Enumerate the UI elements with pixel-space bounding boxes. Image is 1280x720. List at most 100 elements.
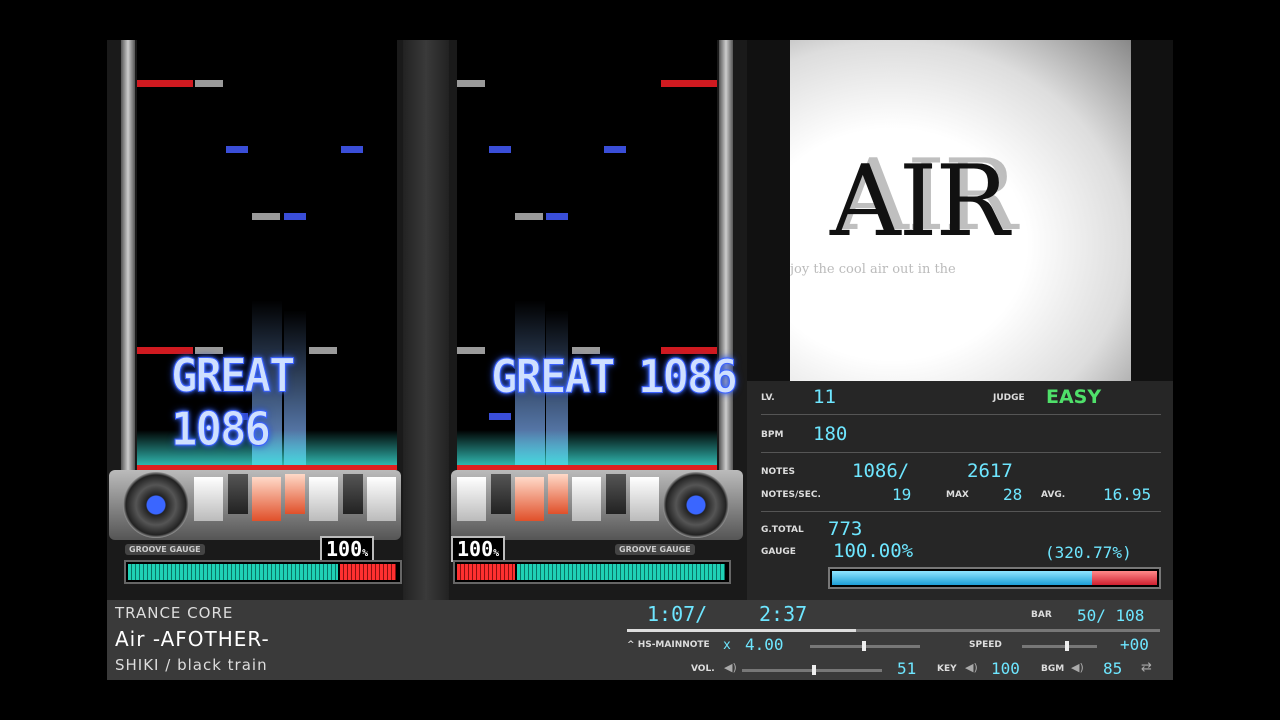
playfield-1p: GREAT 1086 GROOVE GAUGE 100% xyxy=(107,40,403,600)
speed-value: +00 xyxy=(1120,635,1149,654)
song-progress[interactable] xyxy=(627,629,1160,632)
turntable-1p[interactable] xyxy=(123,472,189,538)
hs-slider-thumb[interactable] xyxy=(862,641,866,651)
max-label: MAX xyxy=(946,490,969,500)
song-progress-fill xyxy=(627,629,857,632)
lv-label: LV. xyxy=(761,393,775,403)
groove-gauge-label: GROOVE GAUGE xyxy=(125,544,205,555)
judgement-display: GREAT 1086 xyxy=(490,350,738,405)
key-5[interactable] xyxy=(309,477,338,521)
divider xyxy=(761,414,1161,415)
song-genre: TRANCE CORE xyxy=(115,604,234,622)
gauge-value: 100.00% xyxy=(833,540,914,562)
key-7[interactable] xyxy=(630,477,659,521)
gtotal-value: 773 xyxy=(828,518,863,540)
judge-value: EASY xyxy=(1046,386,1102,408)
key-4[interactable] xyxy=(285,474,305,514)
note-white xyxy=(457,347,485,354)
status-bar: TRANCE CORE Air -AFOTHER- SHIKI / black … xyxy=(107,600,1173,680)
gauge-bar-cyan xyxy=(832,571,1092,585)
gauge-percent: 100% xyxy=(320,536,375,562)
speed-slider-thumb[interactable] xyxy=(1065,641,1069,651)
judgement-text: GREAT xyxy=(170,349,295,404)
gauge-percent-value: 100 xyxy=(457,537,494,561)
chevron-up-icon: ^ xyxy=(627,640,635,650)
scratch-note xyxy=(137,80,193,87)
song-info-panel: LV. 11 JUDGE EASY BPM 180 NOTES 1086/ 26… xyxy=(747,381,1173,600)
speaker-icon: ◀) xyxy=(965,661,978,674)
hs-value: 4.00 xyxy=(745,635,784,654)
hs-label: ^ HS-MAINNOTE xyxy=(627,640,710,650)
rail-right xyxy=(719,40,733,470)
key-2[interactable] xyxy=(228,474,248,514)
hs-slider[interactable] xyxy=(810,641,920,651)
notes-label: NOTES xyxy=(761,467,795,477)
key-3[interactable] xyxy=(252,477,281,521)
bgm-label: BGM xyxy=(1041,664,1065,674)
vol-label: VOL. xyxy=(691,664,715,674)
note-black xyxy=(226,146,248,153)
vol-slider[interactable] xyxy=(742,665,882,675)
judgement-display: GREAT 1086 xyxy=(170,349,403,457)
gauge-bar-large xyxy=(828,567,1161,589)
song-title: Air -AFOTHER- xyxy=(115,627,270,651)
gauge-percent-sign: % xyxy=(493,548,500,559)
key-2[interactable] xyxy=(491,474,511,514)
bpm-value: 180 xyxy=(813,423,848,445)
key-value: 100 xyxy=(991,659,1020,678)
key-5[interactable] xyxy=(572,477,601,521)
note-white xyxy=(457,80,485,87)
vol-slider-thumb[interactable] xyxy=(812,665,816,675)
note-black xyxy=(341,146,363,153)
speaker-icon: ◀) xyxy=(724,661,737,674)
lanes-2p xyxy=(457,40,717,470)
notes-total: 2617 xyxy=(967,460,1013,482)
game-screen: GREAT 1086 GROOVE GAUGE 100% GREAT 1086 … xyxy=(107,40,1173,680)
gauge-extra: (320.77%) xyxy=(1045,543,1132,562)
combo-count: 1086 xyxy=(171,402,272,457)
groove-gauge-bar xyxy=(124,560,402,584)
nps-label: NOTES/SEC. xyxy=(761,490,821,500)
note-white xyxy=(515,213,543,220)
divider xyxy=(761,452,1161,453)
combo-count: 1086 xyxy=(637,350,738,405)
gauge-red-segment xyxy=(457,564,515,580)
max-value: 28 xyxy=(1003,485,1023,504)
gtotal-label: G.TOTAL xyxy=(761,525,804,535)
groove-gauge-bar xyxy=(453,560,731,584)
key-7[interactable] xyxy=(367,477,396,521)
note-black xyxy=(546,213,568,220)
notes-value: 1086/ xyxy=(852,460,910,482)
bar-value: 50/ 108 xyxy=(1077,606,1145,625)
note-black xyxy=(604,146,626,153)
center-divider xyxy=(403,40,449,600)
key-3[interactable] xyxy=(515,477,544,521)
hs-label-text: HS-MAINNOTE xyxy=(637,640,710,650)
speed-label: SPEED xyxy=(969,640,1002,650)
time-current: 1:07/ xyxy=(647,602,708,626)
scratch-note xyxy=(661,80,717,87)
vol-value: 51 xyxy=(897,659,917,678)
key-1[interactable] xyxy=(194,477,223,521)
gauge-percent-value: 100 xyxy=(326,537,363,561)
judge-glow xyxy=(457,430,717,470)
key-6[interactable] xyxy=(606,474,626,514)
gauge-bar-red xyxy=(1092,571,1157,585)
speed-slider[interactable] xyxy=(1022,641,1097,651)
gauge-green-segment xyxy=(128,564,338,580)
note-black xyxy=(284,213,306,220)
gauge-label: GAUGE xyxy=(761,547,796,557)
key-1[interactable] xyxy=(457,477,486,521)
song-artist: SHIKI / black train xyxy=(115,656,268,674)
note-white xyxy=(252,213,280,220)
jacket-subtitle-art: joy the cool air out in the xyxy=(790,262,956,277)
turntable-2p[interactable] xyxy=(663,472,729,538)
note-black xyxy=(489,413,511,420)
bgm-value: 85 xyxy=(1103,659,1123,678)
nps-value: 19 xyxy=(892,485,912,504)
key-6[interactable] xyxy=(343,474,363,514)
gauge-percent-sign: % xyxy=(362,548,369,559)
key-4[interactable] xyxy=(548,474,568,514)
judgement-text: GREAT xyxy=(490,350,615,405)
swap-icon[interactable]: ⇄ xyxy=(1141,660,1152,675)
